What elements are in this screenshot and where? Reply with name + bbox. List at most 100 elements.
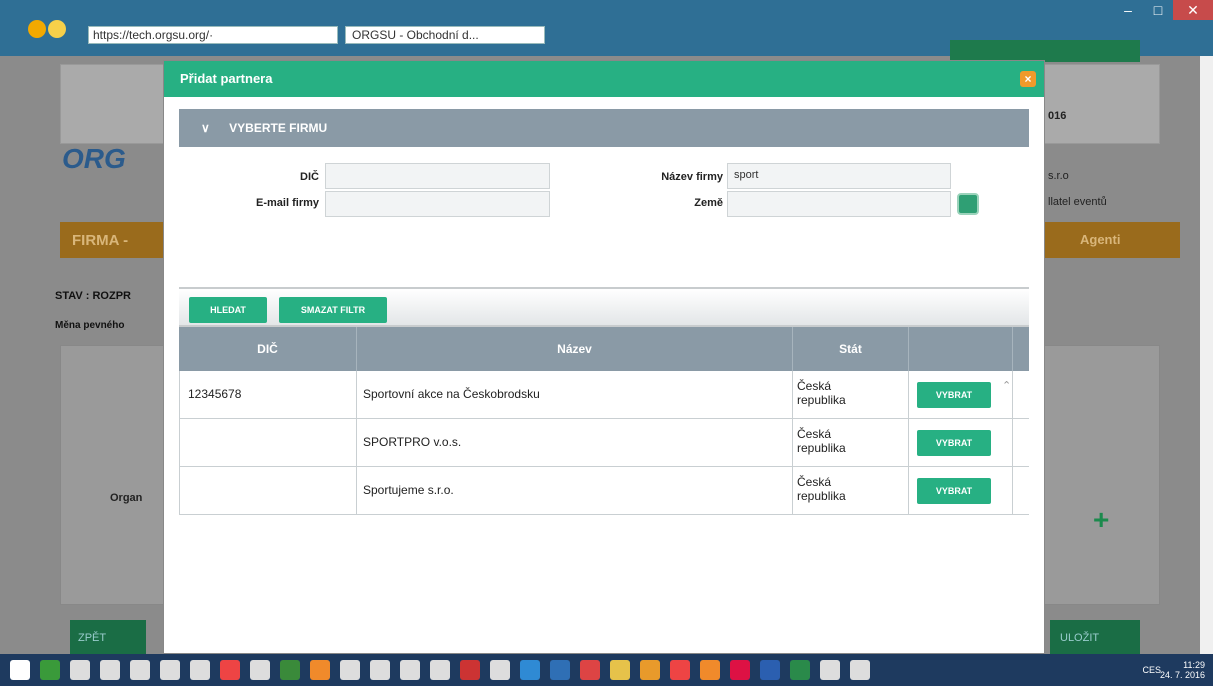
header-country[interactable]: Stát — [793, 327, 909, 371]
cell-name: SPORTPRO v.o.s. — [357, 419, 793, 467]
email-label: E-mail firmy — [256, 197, 319, 209]
country-picker-icon[interactable] — [957, 193, 979, 215]
app-icon[interactable] — [100, 660, 120, 680]
chevron-down-icon[interactable]: ∨ — [201, 121, 210, 135]
app-icon[interactable] — [130, 660, 150, 680]
country-input[interactable] — [727, 191, 951, 217]
app-icon[interactable] — [550, 660, 570, 680]
search-button[interactable]: HLEDAT — [189, 297, 267, 323]
app-icon[interactable] — [160, 660, 180, 680]
app-icon[interactable] — [40, 660, 60, 680]
bg-events-label: llatel eventů — [1048, 196, 1107, 208]
app-icon[interactable] — [730, 660, 750, 680]
close-window-icon[interactable]: ✕ — [1173, 0, 1213, 20]
header-action — [909, 327, 1013, 371]
bg-year: 016 — [1048, 110, 1067, 122]
add-icon[interactable]: + — [1093, 504, 1109, 536]
table-row: SPORTPRO v.o.s. Česká republika VYBRAT — [179, 419, 1029, 467]
clear-filter-button[interactable]: SMAZAT FILTR — [279, 297, 387, 323]
select-button[interactable]: VYBRAT — [917, 382, 991, 408]
modal-title: Přidat partnera — [180, 71, 273, 86]
maximize-icon[interactable]: □ — [1143, 0, 1173, 20]
app-icon[interactable] — [820, 660, 840, 680]
bg-header-bar — [950, 40, 1140, 62]
filter-toolbar: HLEDAT SMAZAT FILTR — [179, 287, 1029, 327]
bg-tab-firma[interactable]: FIRMA - — [72, 232, 128, 249]
logo: ORG — [62, 143, 126, 174]
cell-country: Česká republika — [793, 467, 909, 515]
table-row: Sportujeme s.r.o. Česká republika VYBRAT — [179, 467, 1029, 515]
name-label: Název firmy — [661, 171, 723, 183]
bg-company: s.r.o — [1048, 170, 1069, 182]
address-bar[interactable]: https://tech.orgsu.org/· — [88, 26, 338, 44]
back-page-button[interactable]: ZPĚT — [70, 620, 146, 656]
app-icon[interactable] — [250, 660, 270, 680]
app-icon[interactable] — [400, 660, 420, 680]
section-header[interactable]: ∨ VYBERTE FIRMU — [179, 109, 1029, 147]
cell-dic: 12345678 — [179, 371, 357, 419]
taskbar: 11:29 24. 7. 2016 CES — [0, 654, 1213, 686]
cell-country-line2: republika — [797, 441, 846, 455]
ie-icon[interactable] — [520, 660, 540, 680]
close-icon[interactable]: × — [1020, 71, 1036, 87]
cell-dic — [179, 467, 357, 515]
email-input[interactable] — [325, 191, 550, 217]
clock-time: 11:29 — [1183, 660, 1205, 670]
country-label: Země — [694, 197, 723, 209]
app-icon[interactable] — [850, 660, 870, 680]
chrome-icon[interactable] — [670, 660, 690, 680]
app-icon[interactable] — [310, 660, 330, 680]
cell-country-line2: republika — [797, 393, 846, 407]
bg-currency: Měna pevného — [55, 320, 125, 331]
cell-country: Česká republika — [793, 371, 909, 419]
header-scroll — [1013, 327, 1029, 371]
select-button[interactable]: VYBRAT — [917, 478, 991, 504]
header-name[interactable]: Název — [357, 327, 793, 371]
minimize-icon[interactable]: – — [1113, 0, 1143, 20]
header-dic[interactable]: DIČ — [179, 327, 357, 371]
cell-country: Česká republika — [793, 419, 909, 467]
window-controls: – □ ✕ — [1113, 0, 1213, 20]
page-scrollbar[interactable] — [1200, 56, 1213, 654]
app-icon[interactable] — [640, 660, 660, 680]
browser-tab[interactable]: ORGSU - Obchodní d... — [345, 26, 545, 44]
dic-label: DIČ — [300, 171, 319, 183]
language-indicator[interactable]: CES — [1142, 665, 1161, 675]
cell-country-line1: Česká — [797, 475, 832, 489]
cell-country-line2: republika — [797, 489, 846, 503]
clock[interactable]: 11:29 24. 7. 2016 — [1160, 660, 1205, 680]
table-row: 12345678 Sportovní akce na Českobrodsku … — [179, 371, 1029, 419]
app-icon[interactable] — [190, 660, 210, 680]
back-button[interactable] — [28, 20, 46, 38]
table-header: DIČ Název Stát — [179, 327, 1029, 371]
bg-tab-agenti[interactable]: Agenti — [1080, 232, 1120, 247]
app-icon[interactable] — [460, 660, 480, 680]
excel-icon[interactable] — [790, 660, 810, 680]
results-table: DIČ Název Stát 12345678 Sportovní akce n… — [179, 327, 1029, 515]
cell-name: Sportujeme s.r.o. — [357, 467, 793, 515]
cell-action: VYBRAT — [909, 467, 1013, 515]
cell-country-line1: Česká — [797, 427, 832, 441]
select-button[interactable]: VYBRAT — [917, 430, 991, 456]
cell-country-line1: Česká — [797, 379, 832, 393]
folder-icon[interactable] — [610, 660, 630, 680]
app-icon[interactable] — [490, 660, 510, 680]
app-icon[interactable] — [340, 660, 360, 680]
word-icon[interactable] — [760, 660, 780, 680]
app-icon[interactable] — [280, 660, 300, 680]
dic-input[interactable] — [325, 163, 550, 189]
forward-button[interactable] — [48, 20, 66, 38]
app-icon[interactable] — [580, 660, 600, 680]
save-page-button[interactable]: ULOŽIT — [1050, 620, 1140, 656]
chevron-up-icon[interactable]: ⌃ — [1002, 379, 1011, 392]
app-icon[interactable] — [220, 660, 240, 680]
app-icon[interactable] — [700, 660, 720, 680]
app-icon[interactable] — [370, 660, 390, 680]
modal-header: Přidat partnera × — [164, 61, 1044, 97]
name-input[interactable]: sport — [727, 163, 951, 189]
start-icon[interactable] — [10, 660, 30, 680]
cell-action: VYBRAT — [909, 419, 1013, 467]
cell-name: Sportovní akce na Českobrodsku — [357, 371, 793, 419]
app-icon[interactable] — [430, 660, 450, 680]
app-icon[interactable] — [70, 660, 90, 680]
